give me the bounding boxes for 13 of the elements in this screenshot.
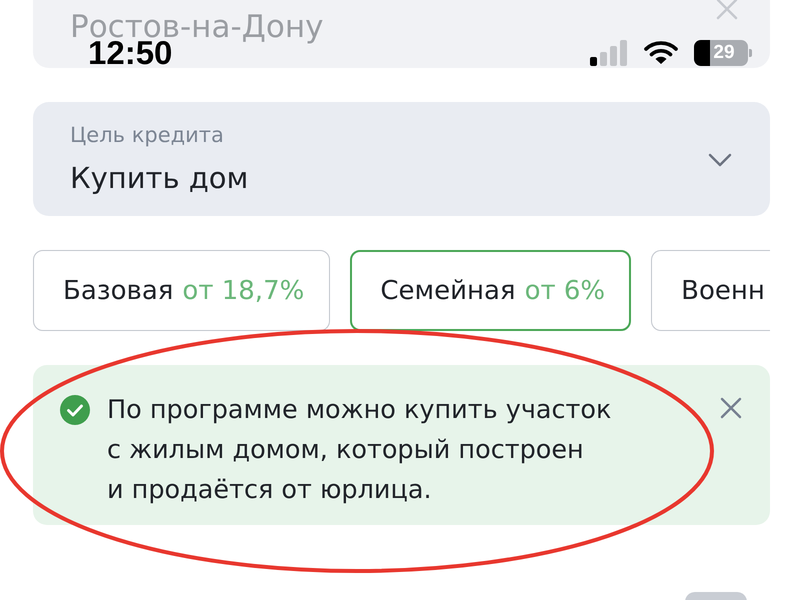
selected-value: Купить дом	[70, 160, 248, 196]
program-tab[interactable]: Базовая от 18,7%	[33, 250, 330, 331]
program-tab[interactable]: Военн	[651, 250, 770, 331]
chevron-down-icon	[708, 153, 732, 167]
close-icon[interactable]	[720, 397, 742, 419]
loan-purpose-select[interactable]: Цель кредита Купить дом	[33, 102, 770, 216]
battery-percentage: 29	[694, 40, 752, 66]
wifi-icon	[644, 41, 678, 65]
signal-icon	[590, 40, 628, 66]
check-circle-icon	[60, 395, 90, 425]
info-text: По программе можно купить участок с жилым домом, который построен и продаётся от юрлица.	[107, 394, 612, 507]
field-label: Цель кредита	[70, 122, 224, 148]
program-tab[interactable]: Семейная от 6%	[350, 250, 632, 331]
